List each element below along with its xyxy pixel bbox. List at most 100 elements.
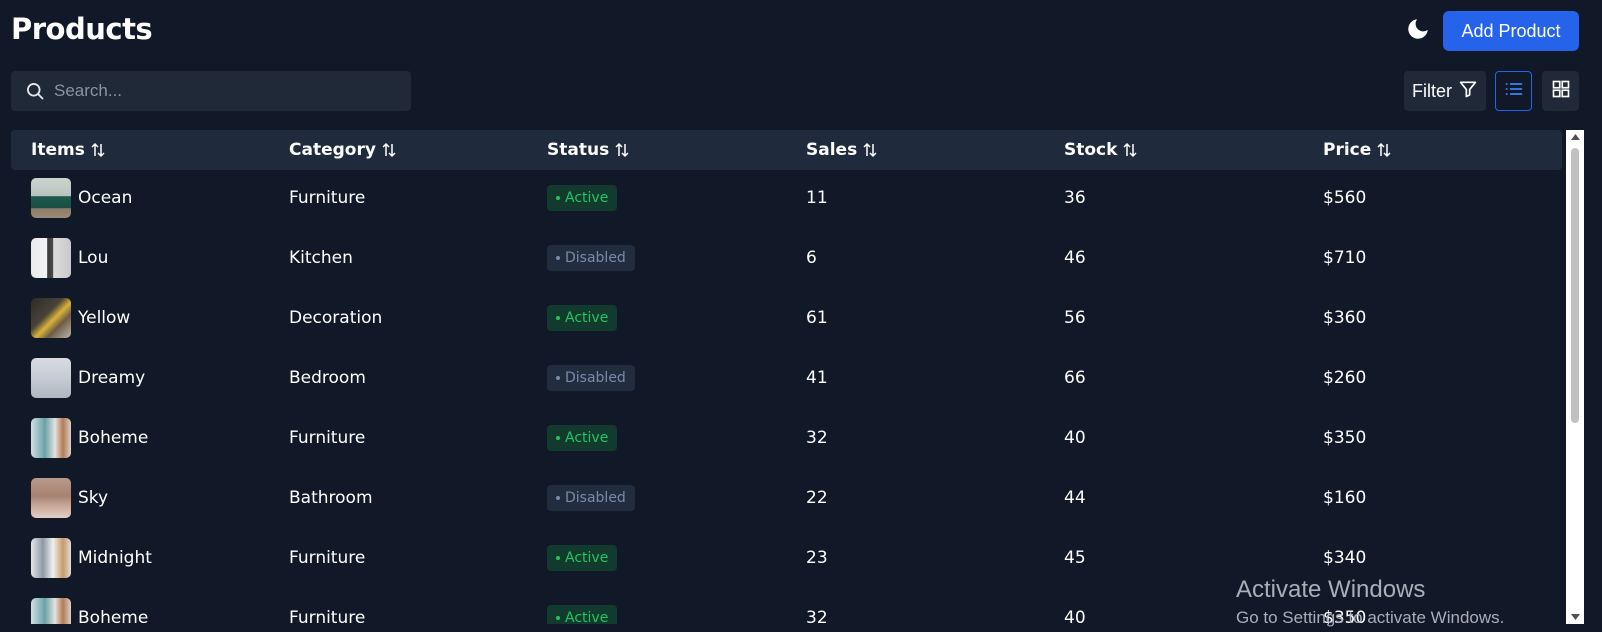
status-label: Active: [565, 190, 609, 206]
table-row[interactable]: Boheme Furniture Active 32 40 $350: [11, 598, 1562, 624]
scroll-thumb[interactable]: [1571, 148, 1579, 423]
sales-cell: 22: [806, 488, 828, 508]
status-dot-icon: [556, 616, 560, 620]
sales-cell: 32: [806, 428, 828, 448]
column-label: Price: [1323, 140, 1372, 160]
price-cell: $710: [1323, 248, 1367, 268]
status-badge: Active: [547, 605, 618, 624]
item-name: Boheme: [78, 608, 149, 624]
filter-label: Filter: [1412, 80, 1452, 101]
item-name: Midnight: [78, 548, 152, 568]
price-cell: $350: [1323, 428, 1367, 448]
stock-cell: 45: [1064, 548, 1086, 568]
products-table: Items Category Status Sales Stock Price: [11, 130, 1562, 624]
item-name: Dreamy: [78, 368, 146, 388]
item-name: Yellow: [78, 308, 131, 328]
price-cell: $160: [1323, 488, 1367, 508]
item-cell: Lou: [31, 238, 108, 278]
category-cell: Bathroom: [289, 488, 373, 508]
sales-cell: 32: [806, 608, 828, 624]
table-row[interactable]: Dreamy Bedroom Disabled 41 66 $260: [11, 358, 1562, 418]
item-cell: Boheme: [31, 598, 148, 624]
stock-cell: 40: [1064, 428, 1086, 448]
stock-cell: 56: [1064, 308, 1086, 328]
status-badge: Active: [547, 305, 618, 331]
stock-cell: 40: [1064, 608, 1086, 624]
status-dot-icon: [556, 436, 560, 440]
column-header-category[interactable]: Category: [289, 130, 397, 170]
search-input[interactable]: [54, 81, 384, 101]
grid-view-button[interactable]: [1542, 71, 1579, 111]
list-view-icon: [1504, 79, 1524, 103]
scroll-up-arrow-icon[interactable]: [1566, 130, 1584, 144]
category-cell: Furniture: [289, 428, 366, 448]
category-cell: Furniture: [289, 548, 366, 568]
search-icon: [25, 80, 47, 102]
table-row[interactable]: Lou Kitchen Disabled 6 46 $710: [11, 238, 1562, 298]
column-header-sales[interactable]: Sales: [806, 130, 878, 170]
table-row[interactable]: Midnight Furniture Active 23 45 $340: [11, 538, 1562, 598]
filter-funnel-icon: [1458, 79, 1478, 104]
status-dot-icon: [556, 556, 560, 560]
product-thumbnail: [31, 418, 71, 458]
item-cell: Ocean: [31, 178, 132, 218]
status-label: Active: [565, 610, 609, 624]
status-dot-icon: [556, 196, 560, 200]
column-header-price[interactable]: Price: [1323, 130, 1392, 170]
item-name: Sky: [78, 488, 109, 508]
product-thumbnail: [31, 298, 71, 338]
category-cell: Bedroom: [289, 368, 366, 388]
status-cell: Active: [547, 298, 618, 338]
sales-cell: 11: [806, 188, 828, 208]
status-dot-icon: [556, 496, 560, 500]
status-cell: Active: [547, 418, 618, 458]
status-label: Active: [565, 430, 609, 446]
stock-cell: 46: [1064, 248, 1086, 268]
product-thumbnail: [31, 478, 71, 518]
moon-icon: [1405, 16, 1431, 46]
stock-cell: 36: [1064, 188, 1086, 208]
list-view-button[interactable]: [1495, 71, 1532, 111]
scroll-down-arrow-icon[interactable]: [1566, 610, 1584, 624]
status-label: Disabled: [565, 370, 626, 386]
sort-icon: [1376, 142, 1392, 158]
table-row[interactable]: Ocean Furniture Active 11 36 $560: [11, 178, 1562, 238]
sales-cell: 6: [806, 248, 817, 268]
table-row[interactable]: Boheme Furniture Active 32 40 $350: [11, 418, 1562, 478]
search-box[interactable]: [11, 71, 411, 111]
vertical-scrollbar[interactable]: [1566, 130, 1584, 624]
column-label: Stock: [1064, 140, 1118, 160]
filter-button[interactable]: Filter: [1404, 71, 1486, 111]
status-cell: Active: [547, 598, 618, 624]
sales-cell: 23: [806, 548, 828, 568]
products-page: Products Add Product Filter: [0, 0, 1602, 632]
add-product-button[interactable]: Add Product: [1443, 11, 1579, 51]
theme-toggle[interactable]: [1403, 15, 1433, 47]
item-cell: Yellow: [31, 298, 130, 338]
status-label: Active: [565, 310, 609, 326]
status-cell: Disabled: [547, 358, 635, 398]
status-badge: Active: [547, 545, 618, 571]
column-header-items[interactable]: Items: [31, 130, 106, 170]
sales-cell: 41: [806, 368, 828, 388]
status-cell: Disabled: [547, 478, 635, 518]
status-badge: Active: [547, 425, 618, 451]
price-cell: $560: [1323, 188, 1367, 208]
table-row[interactable]: Sky Bathroom Disabled 22 44 $160: [11, 478, 1562, 538]
sort-icon: [381, 142, 397, 158]
item-name: Ocean: [78, 188, 133, 208]
page-title: Products: [11, 12, 153, 46]
price-cell: $360: [1323, 308, 1367, 328]
sales-cell: 61: [806, 308, 828, 328]
column-header-status[interactable]: Status: [547, 130, 630, 170]
product-thumbnail: [31, 598, 71, 624]
column-header-stock[interactable]: Stock: [1064, 130, 1138, 170]
sort-icon: [614, 142, 630, 158]
sort-icon: [1122, 142, 1138, 158]
product-thumbnail: [31, 538, 71, 578]
item-cell: Dreamy: [31, 358, 145, 398]
table-row[interactable]: Yellow Decoration Active 61 56 $360: [11, 298, 1562, 358]
item-cell: Midnight: [31, 538, 152, 578]
status-cell: Disabled: [547, 238, 635, 278]
table-header: Items Category Status Sales Stock Price: [11, 130, 1562, 170]
